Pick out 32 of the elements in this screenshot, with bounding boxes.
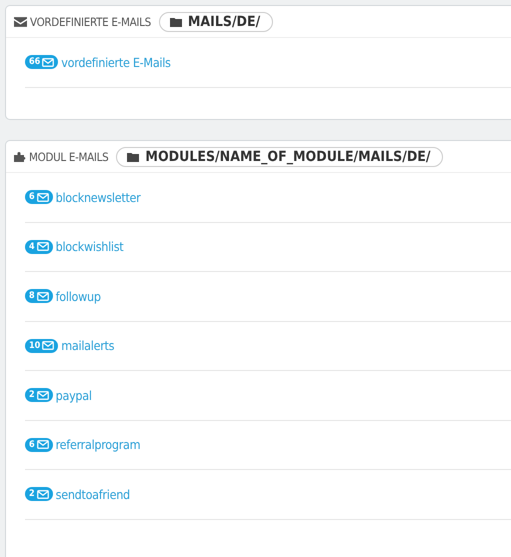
count-badge: 8: [25, 289, 53, 304]
count-badge: 2: [25, 388, 53, 402]
folder-icon: [170, 16, 182, 26]
envelope-icon: [42, 341, 54, 350]
envelope-icon: [36, 490, 49, 499]
envelope-icon: [36, 242, 49, 252]
envelope-icon: [14, 16, 27, 26]
email-link[interactable]: blocknewsletter: [56, 190, 140, 205]
panel-title: VORDEFINIERTE E-MAILS: [30, 14, 151, 28]
email-link[interactable]: paypal: [56, 388, 92, 403]
count-badge: 2: [25, 487, 53, 502]
path-label: MODULES/NAME_OF_MODULE/MAILS/DE/: [116, 146, 444, 166]
email-link[interactable]: vordefinierte E-Mails: [61, 54, 171, 70]
path-label: MAILS/DE/: [158, 12, 274, 32]
email-link[interactable]: followup: [56, 288, 101, 304]
puzzle-icon: [14, 151, 26, 162]
panel-title: MODUL E-MAILS: [29, 150, 108, 164]
count-badge: 66: [25, 55, 58, 70]
email-link[interactable]: mailalerts: [61, 338, 114, 354]
envelope-icon: [36, 440, 49, 450]
email-link[interactable]: blockwishlist: [56, 239, 124, 254]
envelope-icon: [42, 58, 54, 67]
email-link[interactable]: referralprogram: [56, 437, 140, 452]
count-badge: 6: [25, 190, 53, 204]
count-badge: 4: [25, 240, 53, 254]
count-badge: 6: [25, 438, 53, 452]
count-badge: 10: [25, 338, 58, 353]
folder-icon: [127, 152, 140, 162]
envelope-icon: [36, 390, 49, 400]
email-link[interactable]: sendtoafriend: [56, 486, 130, 502]
envelope-icon: [36, 192, 49, 202]
envelope-icon: [36, 292, 49, 301]
